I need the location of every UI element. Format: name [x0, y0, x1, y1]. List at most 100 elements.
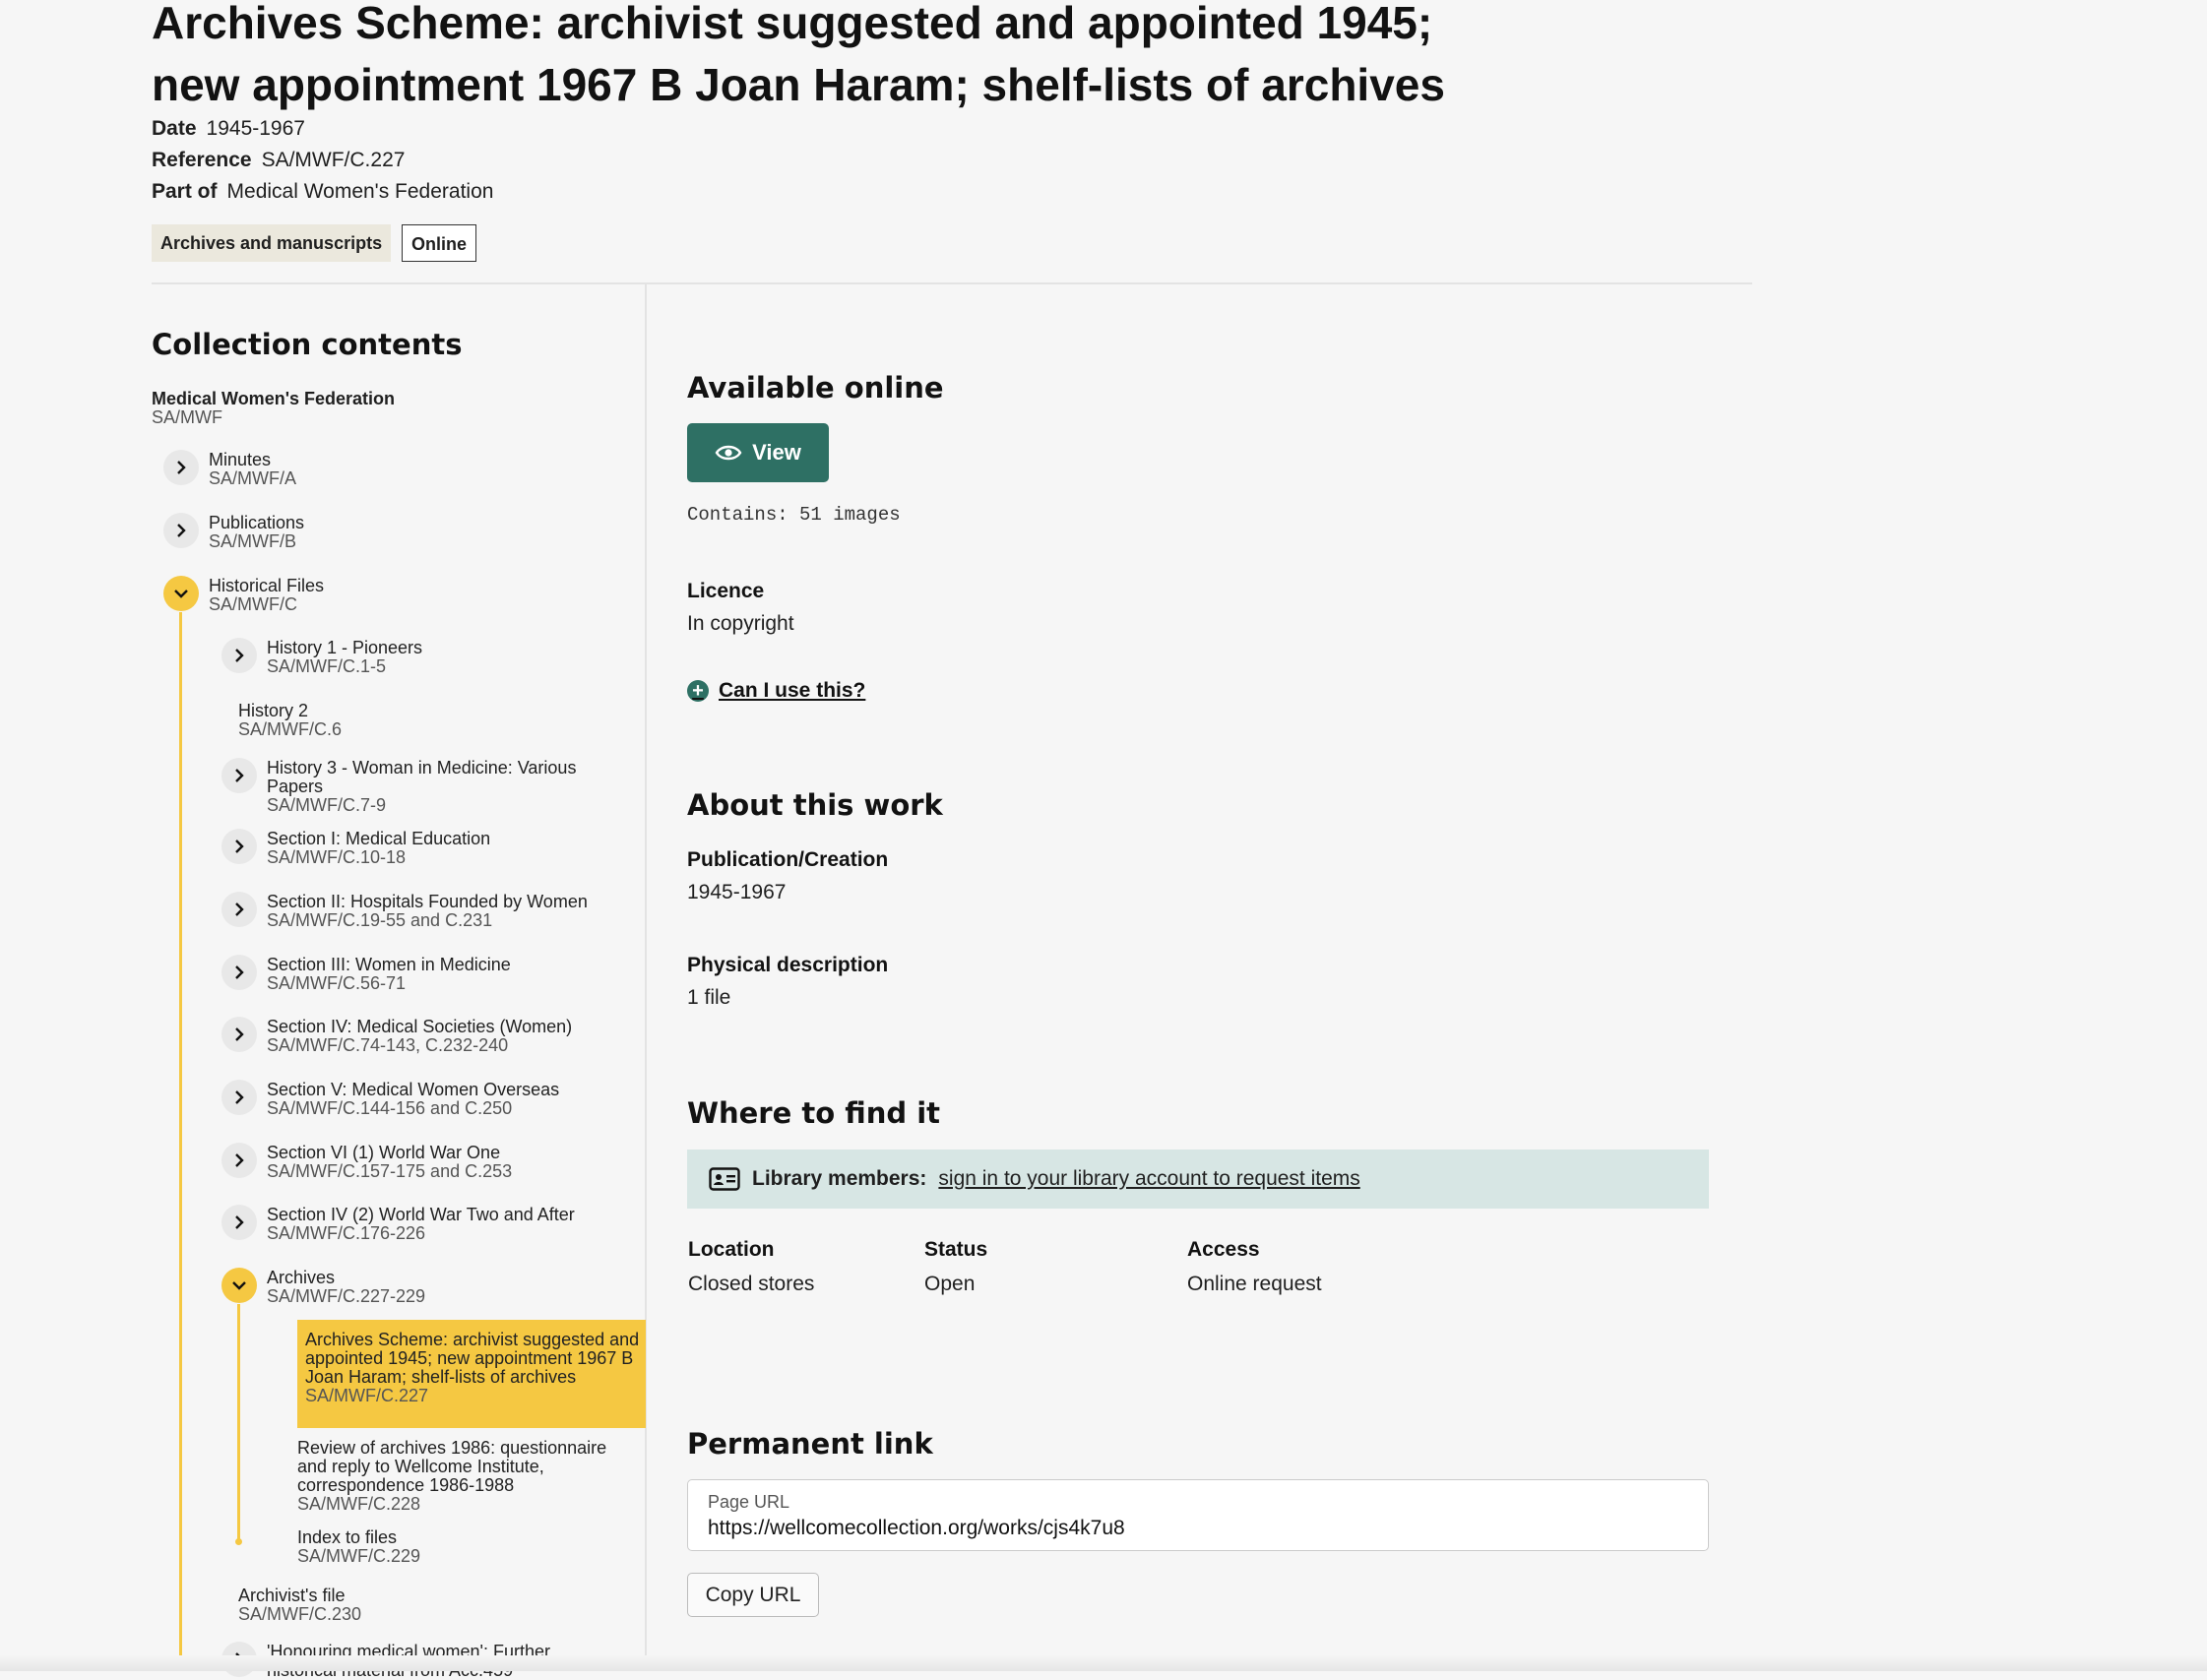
tree-line-archives [237, 1304, 240, 1542]
tree-item-ref: SA/MWF/A [209, 468, 296, 488]
expand-chevron-icon[interactable] [221, 1017, 257, 1052]
reference-label: Reference [152, 149, 252, 171]
tree-item-ref: SA/MWF/C.176-226 [267, 1223, 426, 1243]
tree-dot [235, 1538, 242, 1545]
collapse-chevron-icon[interactable] [163, 576, 199, 611]
tree-item-ref: SA/MWF/C.157-175 and C.253 [267, 1161, 513, 1181]
publication-value: 1945-1967 [687, 881, 787, 903]
expand-chevron-icon[interactable] [221, 829, 257, 864]
tree-item-ref: SA/MWF/C.229 [297, 1546, 421, 1566]
tree-item-section-4-2[interactable]: Section IV (2) World War Two and After SA… [267, 1206, 575, 1243]
status-value: Open [924, 1273, 976, 1295]
tree-item-title: History 3 - Woman in Medicine: Various P… [267, 758, 577, 796]
tree-root-title: Medical Women's Federation [152, 389, 395, 408]
image-count: Contains: 51 images [687, 504, 901, 526]
tree-item-ref: SA/MWF/C.10-18 [267, 847, 407, 867]
tree-item-section-4[interactable]: Section IV: Medical Societies (Women) SA/… [267, 1018, 572, 1055]
tree-item-title: Review of archives 1986: questionnaire a… [297, 1438, 607, 1495]
tree-item-ref: SA/MWF/C [209, 594, 297, 614]
tree-line-historical [179, 612, 182, 1671]
access-label: Access [1187, 1238, 1260, 1261]
tree-item-title: Section III: Women in Medicine [267, 955, 511, 974]
tree-item-ref: SA/MWF/C.144-156 and C.250 [267, 1098, 513, 1118]
expand-chevron-icon[interactable] [221, 1205, 257, 1240]
tree-item-ref: SA/MWF/C.227 [305, 1386, 429, 1405]
tree-item-ref: SA/MWF/C.6 [238, 719, 343, 739]
id-card-icon [709, 1167, 740, 1191]
can-i-use-this-link[interactable]: + Can I use this? [687, 679, 865, 703]
tree-item-history-3[interactable]: History 3 - Woman in Medicine: Various P… [267, 759, 621, 815]
format-tag: Archives and manuscripts [152, 224, 392, 262]
reference-row: Reference SA/MWF/C.227 [152, 147, 405, 174]
tree-item-ref: SA/MWF/C.227-229 [267, 1286, 426, 1306]
view-button[interactable]: View [687, 423, 829, 482]
tree-item-title: Section VI (1) World War One [267, 1143, 501, 1162]
tree-item-title: Section IV (2) World War Two and After [267, 1205, 575, 1224]
tree-item-archivists-file[interactable]: Archivist's file SA/MWF/C.230 [238, 1587, 361, 1624]
tree-item-ref: SA/MWF/C.7-9 [267, 795, 387, 815]
collection-contents-heading: Collection contents [152, 328, 463, 361]
page-url-label: Page URL [708, 1492, 790, 1512]
collapse-chevron-icon[interactable] [221, 1268, 257, 1303]
reference-value: SA/MWF/C.227 [261, 149, 406, 171]
expand-chevron-icon[interactable] [221, 1080, 257, 1115]
tree-item-section-6[interactable]: Section VI (1) World War One SA/MWF/C.157… [267, 1144, 512, 1181]
page-url-value[interactable]: https://wellcomecollection.org/works/cjs… [708, 1517, 1125, 1540]
tree-item-ref: SA/MWF/C.1-5 [267, 656, 387, 676]
tree-root[interactable]: Medical Women's Federation SA/MWF [152, 390, 395, 427]
tree-item-title: Archives [267, 1268, 336, 1287]
tree-item-review[interactable]: Review of archives 1986: questionnaire a… [297, 1439, 640, 1514]
column-divider [645, 284, 647, 1671]
sign-in-link[interactable]: sign in to your library account to reque… [938, 1167, 1359, 1191]
tree-item-section-2[interactable]: Section II: Hospitals Founded by Women SA… [267, 893, 588, 930]
tree-item-ref: SA/MWF/C.19-55 and C.231 [267, 910, 493, 930]
part-of-label: Part of [152, 180, 218, 203]
tree-item-section-1[interactable]: Section I: Medical Education SA/MWF/C.10-… [267, 830, 490, 867]
tree-item-ref: SA/MWF/C.230 [238, 1604, 362, 1624]
tree-item-current[interactable]: Archives Scheme: archivist suggested and… [305, 1331, 640, 1405]
about-this-work-heading: About this work [687, 788, 943, 822]
tree-item-history-1[interactable]: History 1 - Pioneers SA/MWF/C.1-5 [267, 639, 422, 676]
tree-item-title: Index to files [297, 1527, 398, 1547]
library-members-banner: Library members: sign in to your library… [687, 1150, 1709, 1209]
page-title: Archives Scheme: archivist suggested and… [152, 0, 1445, 110]
tree-item-archives[interactable]: Archives SA/MWF/C.227-229 [267, 1269, 425, 1306]
expand-chevron-icon[interactable] [221, 892, 257, 927]
tree-item-minutes[interactable]: Minutes SA/MWF/A [209, 451, 296, 488]
tree-item-publications[interactable]: Publications SA/MWF/B [209, 514, 304, 551]
tree-item-ref: SA/MWF/C.228 [297, 1494, 421, 1514]
tree-item-ref: SA/MWF/B [209, 531, 296, 551]
part-of-row: Part of Medical Women's Federation [152, 178, 493, 206]
access-value: Online request [1187, 1273, 1322, 1295]
permanent-link-heading: Permanent link [687, 1427, 933, 1461]
expand-chevron-icon[interactable] [221, 1143, 257, 1178]
copy-url-button[interactable]: Copy URL [687, 1573, 819, 1617]
expand-chevron-icon[interactable] [221, 955, 257, 990]
tree-item-history-2[interactable]: History 2 SA/MWF/C.6 [238, 702, 342, 739]
page-url-field[interactable]: Page URL https://wellcomecollection.org/… [687, 1479, 1709, 1551]
view-button-label: View [752, 440, 801, 465]
bottom-shadow [0, 1655, 2207, 1671]
can-i-use-this-label: Can I use this? [719, 679, 866, 702]
tree-item-title: Section I: Medical Education [267, 829, 491, 848]
plus-icon: + [687, 680, 709, 702]
tree-item-index[interactable]: Index to files SA/MWF/C.229 [297, 1528, 420, 1566]
tree-item-title: Section IV: Medical Societies (Women) [267, 1017, 573, 1036]
date-label: Date [152, 117, 197, 140]
tree-item-title: History 2 [238, 701, 309, 720]
physical-description-value: 1 file [687, 986, 731, 1009]
tree-item-section-5[interactable]: Section V: Medical Women Overseas SA/MWF/… [267, 1081, 559, 1118]
expand-chevron-icon[interactable] [163, 450, 199, 485]
part-of-value: Medical Women's Federation [226, 180, 494, 203]
tree-item-title: Archivist's file [238, 1586, 346, 1605]
expand-chevron-icon[interactable] [221, 758, 257, 793]
tree-item-historical-files[interactable]: Historical Files SA/MWF/C [209, 577, 324, 614]
expand-chevron-icon[interactable] [163, 513, 199, 548]
tree-item-section-3[interactable]: Section III: Women in Medicine SA/MWF/C.5… [267, 956, 511, 993]
tree-item-ref: SA/MWF/C.74-143, C.232-240 [267, 1035, 509, 1055]
licence-label: Licence [687, 580, 765, 602]
licence-value: In copyright [687, 612, 794, 635]
tree-item-ref: SA/MWF/C.56-71 [267, 973, 407, 993]
expand-chevron-icon[interactable] [221, 638, 257, 673]
available-online-heading: Available online [687, 371, 944, 404]
